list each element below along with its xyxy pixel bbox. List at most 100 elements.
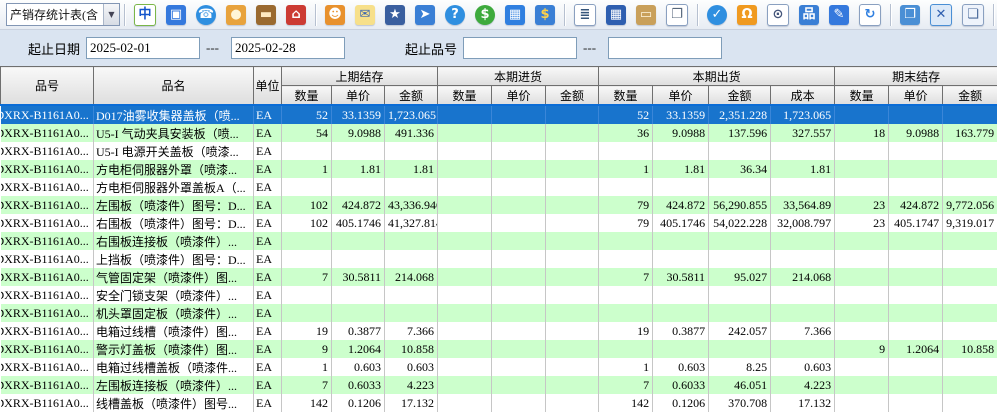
cell-prev-balance[interactable] [282,286,332,304]
cell-shipments[interactable]: 32,008.797 [771,214,835,232]
cell-end-balance[interactable] [835,322,889,340]
table-row[interactable]: DXRX-B1161A0...线槽盖板（喷漆件）图号...EA1420.1206… [1,394,997,412]
cell-shipments[interactable] [599,178,653,196]
cell-purchases[interactable] [546,358,599,376]
cell-part-name[interactable]: 机头罩固定板（喷漆件）... [94,304,254,322]
cell-prev-balance[interactable]: 17.132 [385,394,438,412]
cell-end-balance[interactable]: 23 [835,196,889,214]
cell-unit[interactable]: EA [254,322,282,340]
cell-prev-balance[interactable]: 1 [282,358,332,376]
cell-purchases[interactable] [492,232,546,250]
cell-shipments[interactable] [653,178,709,196]
cell-shipments[interactable] [771,232,835,250]
cell-unit[interactable]: EA [254,376,282,394]
cell-shipments[interactable]: 46.051 [709,376,771,394]
cell-prev-balance[interactable] [332,232,385,250]
table-row[interactable]: DXRX-B1161A0...上挡板（喷漆件）图号：D...EA [1,250,997,268]
cell-end-balance[interactable] [835,160,889,178]
cell-shipments[interactable] [771,250,835,268]
cell-shipments[interactable]: 327.557 [771,124,835,142]
cell-shipments[interactable] [771,340,835,358]
cell-unit[interactable]: EA [254,304,282,322]
cell-end-balance[interactable] [889,322,943,340]
cell-prev-balance[interactable]: 1.81 [385,160,438,178]
cell-part-no[interactable]: DXRX-B1161A0... [1,304,94,322]
cell-shipments[interactable]: 7 [599,376,653,394]
cell-prev-balance[interactable]: 0.603 [385,358,438,376]
cell-unit[interactable]: EA [254,178,282,196]
table-row[interactable]: DXRX-B1161A0...方电柜伺服器外罩盖板A（...EA [1,178,997,196]
cell-shipments[interactable]: 54,022.228 [709,214,771,232]
cell-purchases[interactable] [546,214,599,232]
cell-purchases[interactable] [546,105,599,124]
cell-part-no[interactable]: DXRX-B1161A0... [1,232,94,250]
cell-part-no[interactable]: DXRX-B1161A0... [1,178,94,196]
cell-purchases[interactable] [492,142,546,160]
cell-purchases[interactable] [546,394,599,412]
cell-part-no[interactable]: DXRX-B1161A0... [1,376,94,394]
col-subheader-2-1[interactable]: 单价 [653,86,709,106]
contact-book-icon[interactable]: ★ [385,5,405,25]
cell-part-name[interactable]: 安全门锁支架（喷漆件）... [94,286,254,304]
cell-end-balance[interactable] [943,394,997,412]
col-subheader-3-0[interactable]: 数量 [835,86,889,106]
cell-unit[interactable]: EA [254,340,282,358]
cell-part-name[interactable]: 方电柜伺服器外罩（喷漆... [94,160,254,178]
cell-end-balance[interactable] [835,178,889,196]
table-row[interactable]: DXRX-B1161A0...警示灯盖板（喷漆件）图...EA91.206410… [1,340,997,358]
cell-prev-balance[interactable]: 30.5811 [332,268,385,286]
date-to-input[interactable] [231,37,345,59]
window-restore-icon[interactable]: ❐ [900,5,920,25]
payroll-icon[interactable]: $ [535,5,555,25]
cell-purchases[interactable] [438,196,492,214]
cell-end-balance[interactable] [835,376,889,394]
cell-purchases[interactable] [438,340,492,358]
cell-part-name[interactable]: 电箱过线槽盖板（喷漆件... [94,358,254,376]
cell-prev-balance[interactable]: 0.3877 [332,322,385,340]
cell-purchases[interactable] [492,160,546,178]
cell-shipments[interactable]: 1.81 [771,160,835,178]
cell-unit[interactable]: EA [254,394,282,412]
cell-part-name[interactable]: 警示灯盖板（喷漆件）图... [94,340,254,358]
cell-shipments[interactable] [771,178,835,196]
col-subheader-3-2[interactable]: 金额 [943,86,997,106]
cell-end-balance[interactable]: 9.0988 [889,124,943,142]
cell-end-balance[interactable]: 23 [835,214,889,232]
cell-end-balance[interactable] [889,232,943,250]
cell-end-balance[interactable] [943,160,997,178]
cell-purchases[interactable] [438,394,492,412]
cell-purchases[interactable] [546,160,599,178]
cell-prev-balance[interactable]: 102 [282,214,332,232]
cell-prev-balance[interactable] [282,142,332,160]
refresh-icon[interactable]: ↻ [859,4,881,26]
cell-part-no[interactable]: DXRX-B1161A0... [1,322,94,340]
cell-purchases[interactable] [438,160,492,178]
table-row[interactable]: DXRX-B1161A0...电箱过线槽盖板（喷漆件...EA10.6030.6… [1,358,997,376]
cell-shipments[interactable]: 52 [599,105,653,124]
cell-end-balance[interactable]: 163.779 [943,124,997,142]
cell-purchases[interactable] [492,376,546,394]
table-row[interactable]: DXRX-B1161A0...方电柜伺服器外罩（喷漆...EA11.811.81… [1,160,997,178]
cell-shipments[interactable] [709,142,771,160]
cell-prev-balance[interactable]: 102 [282,196,332,214]
cell-part-no[interactable]: DXRX-B1161A0... [1,160,94,178]
cell-purchases[interactable] [546,250,599,268]
lock-icon[interactable]: ● [226,5,246,25]
cell-prev-balance[interactable] [282,178,332,196]
cell-unit[interactable]: EA [254,124,282,142]
cell-prev-balance[interactable]: 0.603 [332,358,385,376]
cell-end-balance[interactable] [943,105,997,124]
cell-prev-balance[interactable] [282,304,332,322]
cell-unit[interactable]: EA [254,105,282,124]
cell-end-balance[interactable]: 9 [835,340,889,358]
item-to-input[interactable] [608,37,722,59]
cascade-windows-icon[interactable]: ❏ [962,4,984,26]
cell-shipments[interactable]: 9.0988 [653,124,709,142]
col-group-header-1[interactable]: 本期进货 [438,67,599,86]
cell-end-balance[interactable]: 424.872 [889,196,943,214]
cell-shipments[interactable]: 95.027 [709,268,771,286]
cell-unit[interactable]: EA [254,268,282,286]
cell-part-no[interactable]: DXRX-B1161A0... [1,394,94,412]
home-icon[interactable]: ⌂ [286,5,306,25]
cell-prev-balance[interactable]: 33.1359 [332,105,385,124]
